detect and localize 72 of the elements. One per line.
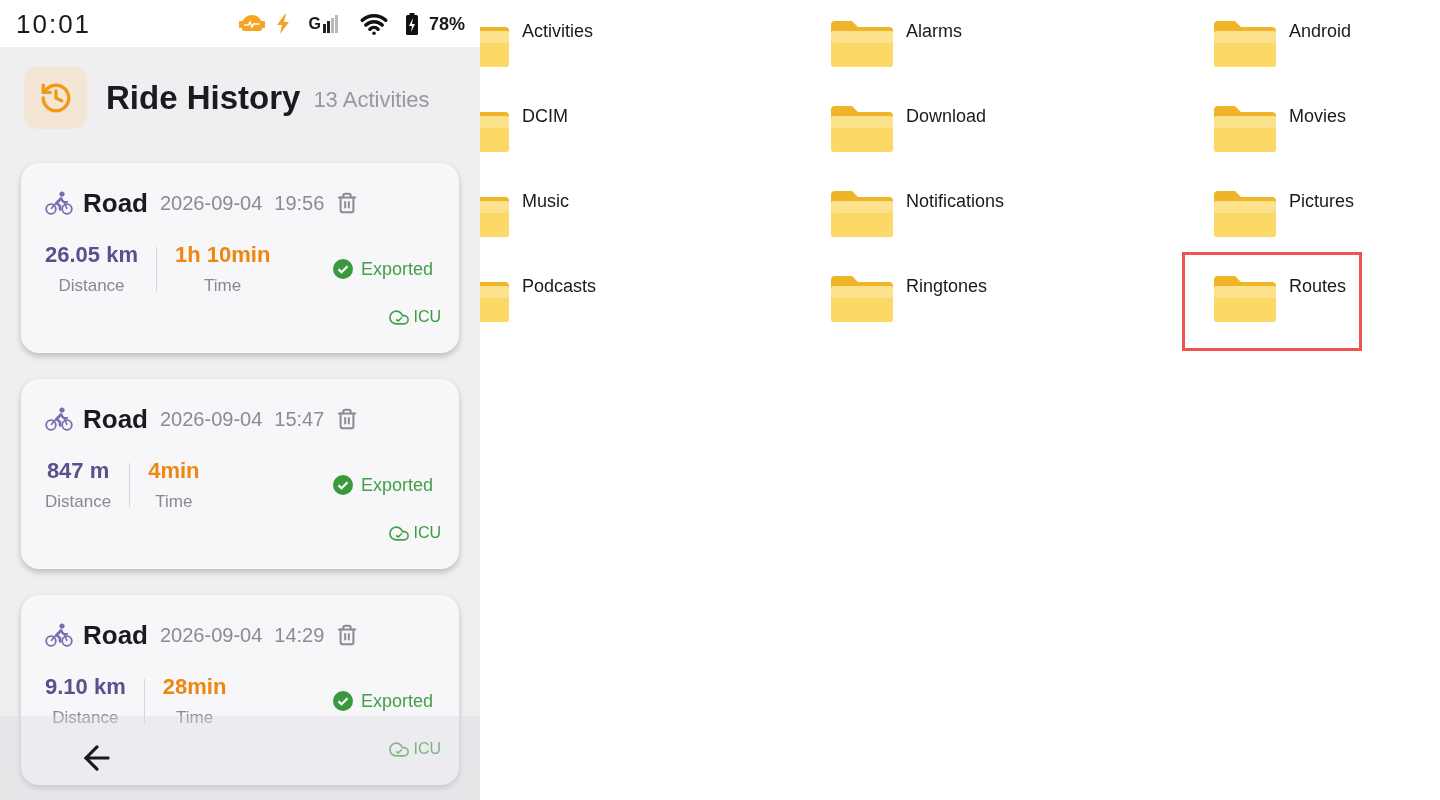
ride-card[interactable]: Road 2026-09-04 14:29 9.10 km Distance 28min Time Exported ICU [21,595,459,785]
folder-icon[interactable] [830,190,894,238]
export-status: Exported [360,474,433,497]
folder-icon[interactable] [1213,105,1277,153]
export-status: Exported [360,690,433,713]
upload-target: ICU [413,523,441,543]
ride-date: 2026-09-04 [160,407,263,432]
folder-name[interactable]: DCIM [522,105,568,127]
cyclist-icon [45,407,73,431]
battery-icon [405,12,418,35]
ride-time: 14:29 [274,623,325,648]
ride-date: 2026-09-04 [160,191,263,216]
folder-name[interactable]: Music [522,190,569,212]
duration-label: Time [175,707,214,729]
folder-icon[interactable] [830,275,894,323]
distance-label: Distance [58,275,125,297]
ride-type: Road [83,621,148,649]
folder-icon[interactable] [1213,190,1277,238]
cloud-check-icon [389,309,410,325]
distance-value: 26.05 km [45,241,138,269]
pulse-icon [238,15,265,32]
ride-type: Road [83,405,148,433]
bolt-icon [276,13,289,34]
folder-name[interactable]: Android [1289,20,1352,42]
folder-icon[interactable] [1213,275,1277,323]
ride-time: 19:56 [274,191,325,216]
cyclist-icon [45,191,73,215]
distance-value: 9.10 km [45,673,126,701]
folder-name[interactable]: Activities [522,20,593,42]
duration-label: Time [204,275,242,297]
page-title: Ride History [106,77,301,118]
folder-name[interactable]: Routes [1289,275,1347,297]
ride-date: 2026-09-04 [160,623,263,648]
network-type: G [308,14,321,33]
ride-type: Road [83,189,148,217]
duration-value: 4min [148,457,200,485]
folder-name[interactable]: Movies [1289,105,1346,127]
check-circle-icon [332,475,353,495]
duration-value: 28min [162,673,227,701]
ride-card[interactable]: Road 2026-09-04 19:56 26.05 km Distance 1h 10min Time Exported ICU [21,163,459,353]
delete-icon[interactable] [336,408,359,430]
folder-name[interactable]: Ringtones [906,275,988,297]
distance-value: 847 m [46,457,110,485]
upload-target: ICU [413,307,441,327]
folder-icon[interactable] [830,20,894,68]
folder-name[interactable]: Podcasts [522,275,597,297]
duration-value: 1h 10min [174,241,271,269]
folder-name[interactable]: Alarms [906,20,962,42]
folder-name[interactable]: Pictures [1289,190,1355,212]
delete-icon[interactable] [336,624,359,646]
ride-card[interactable]: Road 2026-09-04 15:47 847 m Distance 4min Time Exported ICU [21,379,459,569]
cloud-check-icon [389,741,410,757]
signal-icon [322,14,338,33]
clock-time: 10:01 [16,8,92,39]
cyclist-icon [45,623,73,647]
folder-name[interactable]: Download [906,105,987,127]
cloud-check-icon [389,525,410,541]
folder-icon[interactable] [1213,20,1277,68]
ride-time: 15:47 [274,407,325,432]
distance-label: Distance [52,707,119,729]
folder-icon[interactable] [830,105,894,153]
activity-count: 13 Activities [313,85,430,114]
check-circle-icon [332,691,353,711]
export-status: Exported [360,258,433,281]
check-circle-icon [332,259,353,279]
folder-name[interactable]: Notifications [906,190,1005,212]
history-icon [24,66,87,129]
upload-target: ICU [413,739,441,759]
duration-label: Time [155,491,193,513]
distance-label: Distance [45,491,112,513]
delete-icon[interactable] [336,192,359,214]
battery-percent: 78% [428,12,465,35]
